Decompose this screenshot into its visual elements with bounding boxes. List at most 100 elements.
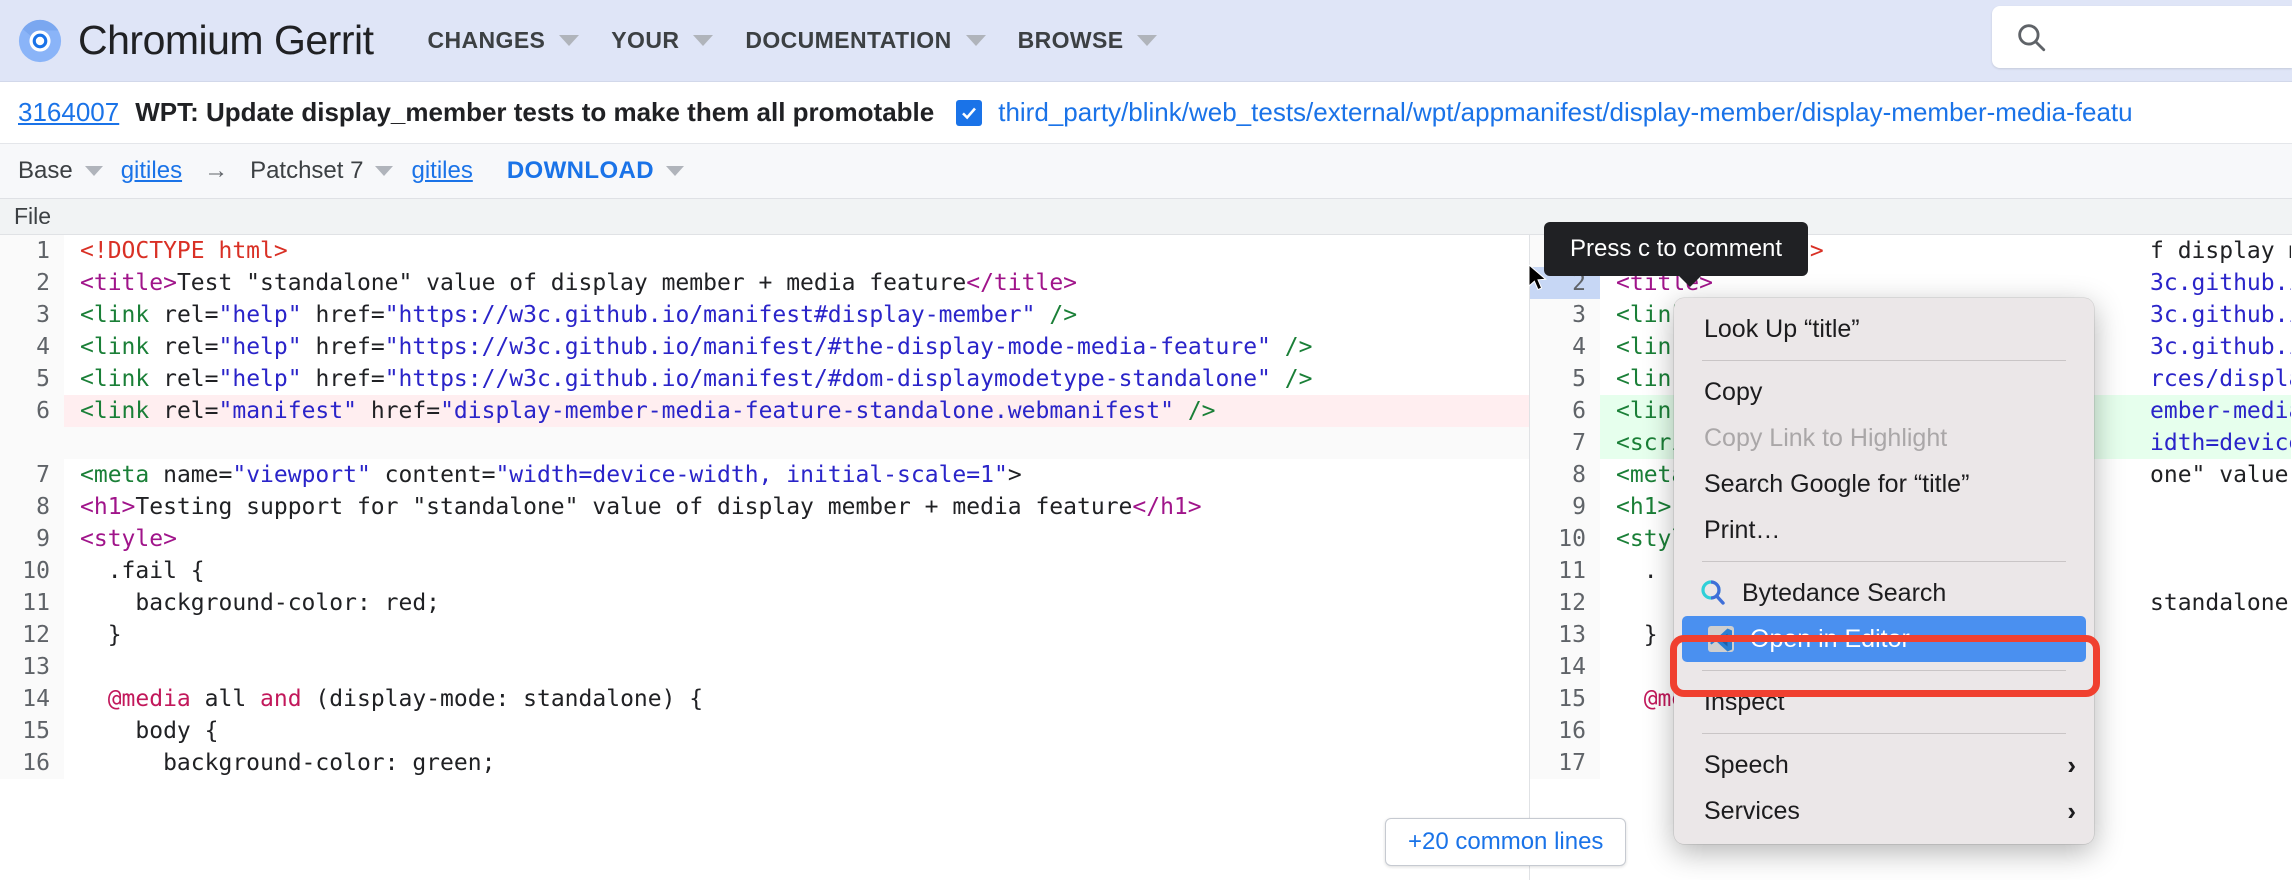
code-text[interactable]: <link rel="help" href="https://w3c.githu…	[64, 299, 1529, 331]
line-number[interactable]: 11	[0, 587, 64, 619]
line-number[interactable]: 13	[0, 651, 64, 683]
code-line[interactable]: 16 background-color: green;	[0, 747, 1529, 779]
code-line[interactable]: 4 <link rel="help" href="https://w3c.gith…	[0, 331, 1529, 363]
patchset-toolbar: Base gitiles → Patchset 7 gitiles DOWNLO…	[0, 144, 2292, 199]
code-line[interactable]: 2 <title>Test "standalone" value of displ…	[0, 267, 1529, 299]
line-number[interactable]: 14	[0, 683, 64, 715]
menu-item-open-in-editor[interactable]: Open in Editor	[1682, 616, 2086, 662]
code-line[interactable]: 5 <link rel="help" href="https://w3c.gith…	[0, 363, 1529, 395]
line-number[interactable]: 14	[1530, 651, 1600, 683]
line-number[interactable]: 15	[1530, 683, 1600, 715]
logo-wrap[interactable]: Chromium Gerrit	[18, 17, 374, 64]
line-number[interactable]: 6	[0, 395, 64, 427]
nav-item-your[interactable]: YOUR	[597, 21, 727, 60]
line-number[interactable]: 7	[0, 459, 64, 491]
code-text[interactable]: <link rel="help" href="https://w3c.githu…	[64, 363, 1529, 395]
chevron-down-icon[interactable]	[84, 166, 103, 176]
code-line[interactable]: 10 .fail {	[0, 555, 1529, 587]
code-line[interactable]: 7 <meta name="viewport" content="width=de…	[0, 459, 1529, 491]
code-text[interactable]: body {	[64, 715, 1529, 747]
chevron-right-icon: ›	[2067, 749, 2076, 780]
patchset-gitiles-link[interactable]: gitiles	[411, 157, 472, 185]
code-text[interactable]: }	[64, 619, 1529, 651]
code-line[interactable]: 13	[0, 651, 1529, 683]
file-path-link[interactable]: third_party/blink/web_tests/external/wpt…	[998, 97, 2132, 128]
code-token: <h1>	[80, 494, 136, 520]
common-lines-button[interactable]: +20 common lines	[1385, 818, 1627, 866]
line-number[interactable]: 10	[0, 555, 64, 587]
menu-item-copy[interactable]: Copy	[1674, 369, 2094, 415]
line-number[interactable]: 5	[0, 363, 64, 395]
line-number[interactable]: 2	[0, 267, 64, 299]
nav-item-browse[interactable]: BROWSE	[1004, 21, 1172, 60]
menu-item-print[interactable]: Print…	[1674, 507, 2094, 553]
line-number[interactable]: 8	[1530, 459, 1600, 491]
search-box[interactable]	[1992, 6, 2292, 68]
line-number[interactable]: 3	[1530, 299, 1600, 331]
line-number[interactable]: 10	[1530, 523, 1600, 555]
chevron-down-icon[interactable]	[375, 166, 394, 176]
base-gitiles-link[interactable]: gitiles	[121, 157, 182, 185]
code-token: body {	[80, 718, 219, 744]
line-number[interactable]: 1	[0, 235, 64, 267]
code-text[interactable]: background-color: red;	[64, 587, 1529, 619]
code-line[interactable]: 11 background-color: red;	[0, 587, 1529, 619]
code-text[interactable]: .fail {	[64, 555, 1529, 587]
menu-item-search-google-for-title[interactable]: Search Google for “title”	[1674, 461, 2094, 507]
line-number[interactable]: 5	[1530, 363, 1600, 395]
code-line[interactable]: 14 @media all and (display-mode: standal…	[0, 683, 1529, 715]
line-number[interactable]: 9	[1530, 491, 1600, 523]
vscode-icon	[1706, 624, 1736, 654]
line-number[interactable]: 7	[1530, 427, 1600, 459]
line-number[interactable]: 4	[0, 331, 64, 363]
line-number[interactable]: 8	[0, 491, 64, 523]
code-line[interactable]: 8 <h1>Testing support for "standalone" va…	[0, 491, 1529, 523]
code-token: name=	[149, 462, 233, 488]
code-text[interactable]: background-color: green;	[64, 747, 1529, 779]
nav-item-documentation[interactable]: DOCUMENTATION	[731, 21, 999, 60]
code-text[interactable]: <!DOCTYPE html>	[64, 235, 1529, 267]
code-text[interactable]: <h1>Testing support for "standalone" val…	[64, 491, 1529, 523]
code-line[interactable]: 3 <link rel="help" href="https://w3c.gith…	[0, 299, 1529, 331]
line-number[interactable]: 17	[1530, 747, 1600, 779]
line-number[interactable]: 11	[1530, 555, 1600, 587]
line-number[interactable]: 16	[0, 747, 64, 779]
line-number[interactable]: 13	[1530, 619, 1600, 651]
code-token: <link	[80, 334, 150, 360]
menu-item-look-up-title[interactable]: Look Up “title”	[1674, 306, 2094, 352]
line-number[interactable]: 3	[0, 299, 64, 331]
code-text[interactable]: <link rel="manifest" href="display-membe…	[64, 395, 1529, 427]
app-header: Chromium Gerrit CHANGES YOUR DOCUMENTATI…	[0, 0, 2292, 82]
code-line[interactable]	[0, 427, 1529, 459]
file-reviewed-checkbox[interactable]	[956, 99, 983, 126]
menu-item-speech[interactable]: Speech ›	[1674, 742, 2094, 788]
code-token: href=	[301, 334, 385, 360]
line-number[interactable]: 4	[1530, 331, 1600, 363]
code-text[interactable]: <meta name="viewport" content="width=dev…	[64, 459, 1529, 491]
line-number[interactable]: 9	[0, 523, 64, 555]
menu-item-bytedance-search[interactable]: Bytedance Search	[1674, 570, 2094, 616]
download-button[interactable]: DOWNLOAD	[507, 157, 654, 185]
code-line[interactable]: 15 body {	[0, 715, 1529, 747]
line-number[interactable]: 15	[0, 715, 64, 747]
code-line[interactable]: 12 }	[0, 619, 1529, 651]
line-number[interactable]: 12	[0, 619, 64, 651]
code-token: f display memb	[2150, 238, 2291, 264]
code-overflow-text: ember-media-fea	[2150, 395, 2291, 427]
line-number[interactable]: 12	[1530, 587, 1600, 619]
code-overflow-text: f display memb	[2150, 235, 2291, 267]
code-text[interactable]: <link rel="help" href="https://w3c.githu…	[64, 331, 1529, 363]
code-line[interactable]: 6 <link rel="manifest" href="display-memb…	[0, 395, 1529, 427]
menu-item-inspect[interactable]: Inspect	[1674, 679, 2094, 725]
code-text[interactable]: @media all and (display-mode: standalone…	[64, 683, 1529, 715]
chevron-down-icon[interactable]	[666, 166, 685, 176]
code-line[interactable]: 1<!DOCTYPE html>	[0, 235, 1529, 267]
code-line[interactable]: 9 <style>	[0, 523, 1529, 555]
nav-item-changes[interactable]: CHANGES	[413, 21, 593, 60]
code-text[interactable]: <title>Test "standalone" value of displa…	[64, 267, 1529, 299]
change-number-link[interactable]: 3164007	[18, 97, 119, 128]
line-number[interactable]: 6	[1530, 395, 1600, 427]
line-number[interactable]: 16	[1530, 715, 1600, 747]
code-text[interactable]: <style>	[64, 523, 1529, 555]
menu-item-services[interactable]: Services ›	[1674, 788, 2094, 834]
